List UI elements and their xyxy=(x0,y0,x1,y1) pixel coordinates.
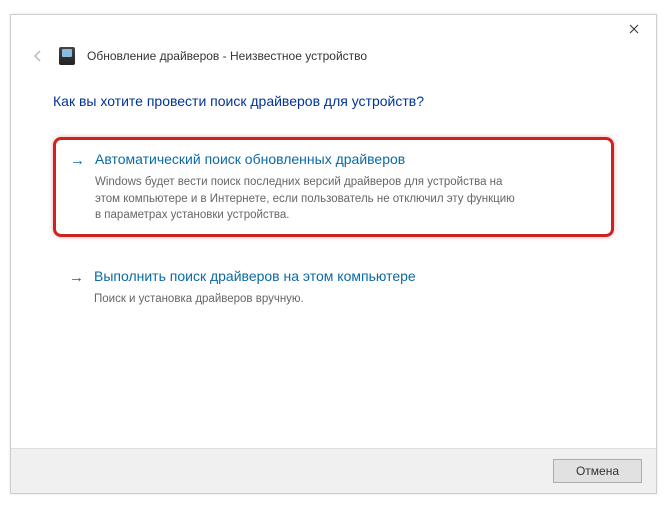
arrow-right-icon: → xyxy=(69,267,84,288)
driver-update-dialog: Обновление драйверов - Неизвестное устро… xyxy=(10,14,657,494)
close-icon[interactable] xyxy=(611,15,656,43)
option-manual-search[interactable]: → Выполнить поиск драйверов на этом комп… xyxy=(53,255,614,320)
option-auto-desc: Windows будет вести поиск последних верс… xyxy=(95,174,515,224)
option-auto-title: Автоматический поиск обновленных драйвер… xyxy=(95,150,405,170)
titlebar xyxy=(11,15,656,45)
dialog-header: Обновление драйверов - Неизвестное устро… xyxy=(11,45,656,75)
option-auto-search[interactable]: → Автоматический поиск обновленных драйв… xyxy=(53,137,614,237)
back-arrow-icon[interactable] xyxy=(29,47,47,65)
page-heading: Как вы хотите провести поиск драйверов д… xyxy=(53,93,614,109)
arrow-right-icon: → xyxy=(70,150,85,171)
cancel-button[interactable]: Отмена xyxy=(553,459,642,483)
option-manual-title: Выполнить поиск драйверов на этом компью… xyxy=(94,267,416,287)
option-manual-desc: Поиск и установка драйверов вручную. xyxy=(94,291,514,308)
device-icon xyxy=(59,47,75,65)
dialog-footer: Отмена xyxy=(11,448,656,493)
dialog-title: Обновление драйверов - Неизвестное устро… xyxy=(87,49,367,63)
content-area: Как вы хотите провести поиск драйверов д… xyxy=(11,75,656,448)
